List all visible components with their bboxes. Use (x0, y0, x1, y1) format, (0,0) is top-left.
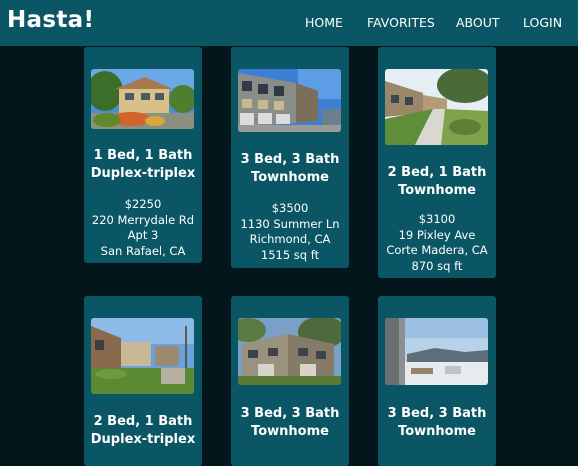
listing-price: $3100 (418, 212, 456, 226)
listing-card[interactable]: 1 Bed, 1 Bath Duplex-triplex $2250 220 M… (84, 47, 202, 263)
nav-home-link[interactable]: HOME (305, 15, 343, 30)
listing-photo[interactable] (238, 69, 341, 132)
listing-title: 3 Bed, 3 Bath Townhome (387, 406, 487, 439)
listing-city: Richmond, CA (249, 232, 331, 246)
listing-card[interactable]: 3 Bed, 3 Bath Townhome (378, 296, 496, 466)
listing-photo[interactable] (91, 318, 194, 394)
listing-photo[interactable] (238, 318, 341, 385)
listing-title: 2 Bed, 1 Bath Duplex-triplex (90, 414, 196, 447)
listing-title: 3 Bed, 3 Bath Townhome (240, 406, 340, 439)
listing-size: 870 sq ft (411, 258, 463, 273)
listing-price: $2250 (124, 197, 162, 211)
listing-address: 220 Merrydale Rd (91, 212, 195, 227)
listing-address: 1130 Summer Ln (240, 216, 340, 231)
listing-details: $2250 220 Merrydale Rd Apt 3 San Rafael,… (84, 197, 202, 259)
listing-unit: Apt 3 (127, 228, 159, 242)
listing-photo[interactable] (385, 318, 488, 385)
nav-login-link[interactable]: LOGIN (523, 15, 562, 30)
listing-details: $3100 19 Pixley Ave Corte Madera, CA 870… (378, 212, 496, 274)
listing-title: 3 Bed, 3 Bath Townhome (240, 152, 340, 185)
app-logo[interactable]: Hasta! (7, 7, 94, 33)
listing-card[interactable]: 3 Bed, 3 Bath Townhome (231, 296, 349, 466)
nav-favorites-link[interactable]: FAVORITES (367, 15, 435, 30)
listing-card[interactable]: 3 Bed, 3 Bath Townhome $3500 1130 Summer… (231, 47, 349, 268)
listing-city: San Rafael, CA (100, 243, 186, 258)
listing-title: 2 Bed, 1 Bath Townhome (387, 165, 487, 198)
listing-card[interactable]: 2 Bed, 1 Bath Townhome $3100 19 Pixley A… (378, 47, 496, 278)
listing-photo[interactable] (385, 69, 488, 145)
listing-address: 19 Pixley Ave (398, 227, 476, 242)
nav-about-link[interactable]: ABOUT (456, 15, 500, 30)
listing-size: 1515 sq ft (260, 247, 320, 262)
listing-photo[interactable] (91, 69, 194, 129)
listing-city: Corte Madera, CA (386, 243, 488, 257)
listing-price: $3500 (271, 201, 309, 215)
listing-title: 1 Bed, 1 Bath Duplex-triplex (90, 148, 196, 181)
listing-details: $3500 1130 Summer Ln Richmond, CA 1515 s… (231, 201, 349, 263)
top-navigation-bar: Hasta! HOME FAVORITES ABOUT LOGIN (0, 0, 578, 46)
listing-card[interactable]: 2 Bed, 1 Bath Duplex-triplex (84, 296, 202, 466)
